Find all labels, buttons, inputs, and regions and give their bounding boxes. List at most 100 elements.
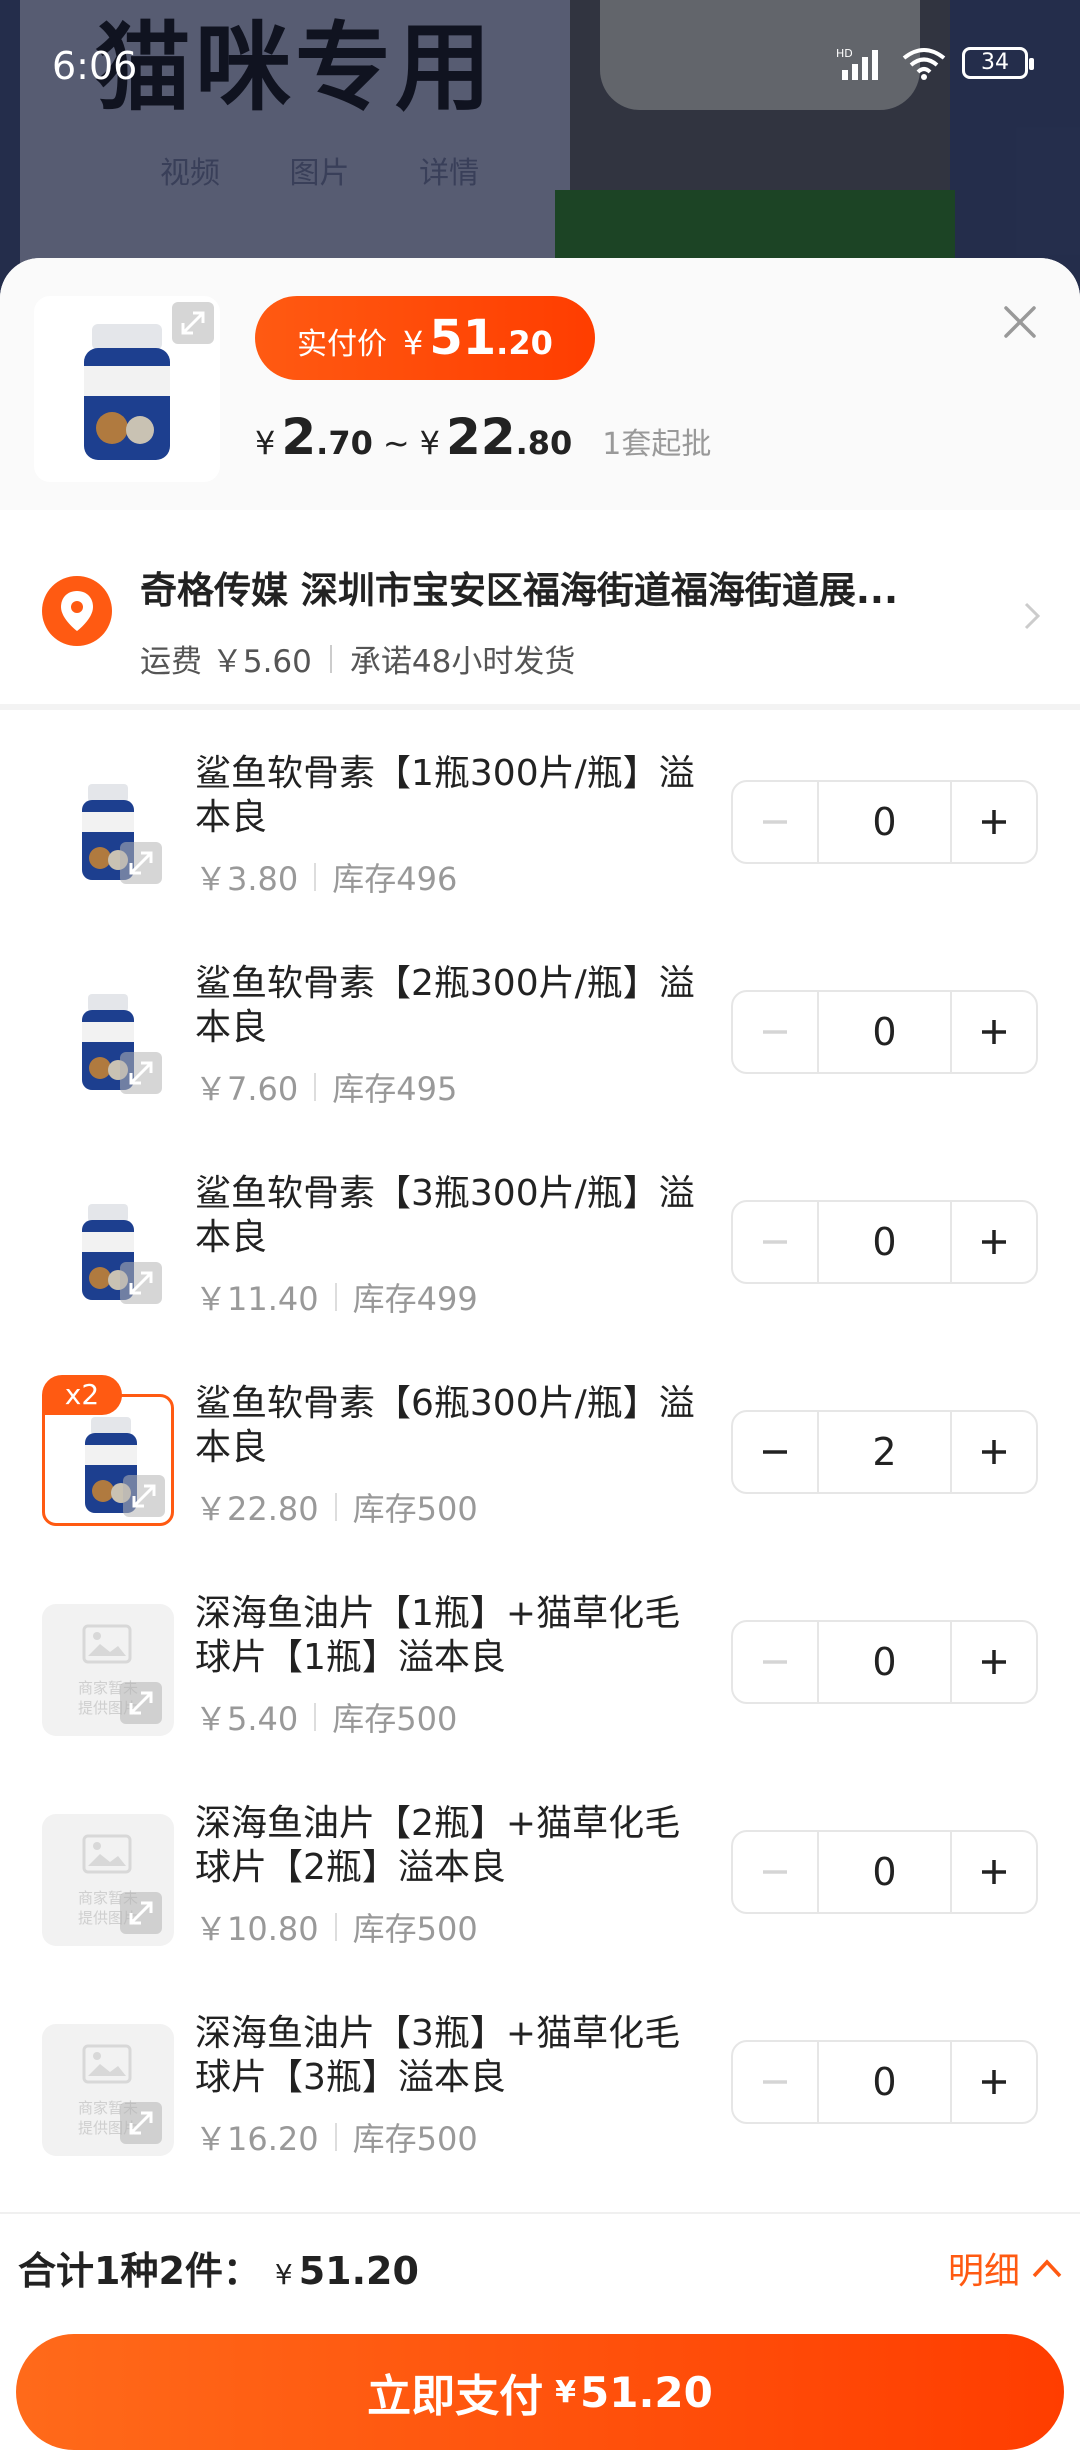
sku-price: ￥11.40 [195, 1280, 319, 1318]
sku-thumbnail[interactable]: 商家暂未提供图片 [42, 2024, 174, 2156]
quantity-value[interactable]: 0 [817, 1202, 952, 1282]
quantity-stepper: 0 [731, 1200, 1038, 1284]
minus-icon [763, 820, 787, 824]
detail-toggle[interactable]: 明细 [948, 2242, 1064, 2294]
sku-thumbnail[interactable] [42, 764, 174, 896]
address-row[interactable]: 奇格传媒 深圳市宝安区福海街道福海街道展... 运费 ￥5.60 承诺48小时发… [0, 510, 1080, 710]
decrease-button[interactable] [733, 1832, 817, 1912]
sku-row: 鲨鱼软骨素【3瓶300片/瓶】溢本良 ￥11.40 库存499 0 [0, 1136, 1080, 1346]
quantity-value[interactable]: 0 [817, 782, 952, 862]
currency-symbol: ¥ [555, 2374, 576, 2410]
location-pin-icon [42, 576, 112, 646]
sku-thumbnail[interactable] [42, 974, 174, 1106]
shipping-address: 奇格传媒 深圳市宝安区福海街道福海街道展... [140, 569, 899, 612]
sku-title: 深海鱼油片【1瓶】+猫草化毛球片【1瓶】溢本良 [195, 1593, 681, 1678]
sku-price: ￥16.20 [195, 2120, 319, 2158]
quantity-stepper: 0 [731, 1620, 1038, 1704]
divider [334, 1493, 337, 1521]
expand-image-icon[interactable] [120, 1682, 162, 1724]
sku-title: 深海鱼油片【3瓶】+猫草化毛球片【3瓶】溢本良 [195, 2013, 681, 2098]
increase-button[interactable] [952, 1622, 1036, 1702]
pay-now-label: 立即支付 [367, 2371, 544, 2422]
expand-image-icon[interactable] [120, 2102, 162, 2144]
shipping-info: 运费 ￥5.60 承诺48小时发货 [140, 636, 575, 681]
sku-stock: 库存500 [332, 1700, 458, 1738]
divider [314, 1073, 317, 1101]
increase-button[interactable] [952, 1202, 1036, 1282]
currency-symbol: ¥ [274, 2258, 293, 2291]
currency-symbol: ¥ [419, 424, 441, 462]
sku-thumbnail[interactable] [42, 1184, 174, 1316]
sku-price: ￥3.80 [195, 860, 299, 898]
range-low-integer: 2 [281, 408, 317, 466]
range-low-decimal: .70 [316, 424, 373, 462]
actual-price-integer: 51 [429, 310, 497, 366]
expand-image-icon[interactable] [120, 1052, 162, 1094]
quantity-value[interactable]: 0 [817, 1832, 952, 1912]
chevron-right-icon [1024, 602, 1041, 630]
quantity-value[interactable]: 0 [817, 1622, 952, 1702]
expand-image-icon[interactable] [120, 1262, 162, 1304]
increase-button[interactable] [952, 1412, 1036, 1492]
minus-icon [763, 1660, 787, 1664]
pay-now-button[interactable]: 立即支付 ¥ 51.20 [16, 2334, 1064, 2450]
minus-icon [763, 1240, 787, 1244]
range-separator: ~ [382, 424, 410, 462]
plus-icon [982, 2070, 1006, 2094]
decrease-button[interactable] [733, 782, 817, 862]
increase-button[interactable] [952, 1832, 1036, 1912]
quantity-stepper: 2 [731, 1410, 1038, 1494]
currency-symbol: ¥ [403, 324, 424, 362]
price-range: ¥ 2 .70 ~ ¥ 22 .80 1套起批 [255, 408, 711, 466]
close-button[interactable] [996, 298, 1044, 346]
sku-meta: ￥11.40 库存499 [195, 1274, 478, 1320]
decrease-button[interactable] [733, 992, 817, 1072]
minus-icon [763, 2080, 787, 2084]
sku-thumbnail[interactable]: 商家暂未提供图片 [42, 1814, 174, 1946]
pay-now-amount: 51.20 [580, 2367, 713, 2417]
sku-title: 鲨鱼软骨素【1瓶300片/瓶】溢本良 [195, 753, 695, 838]
sheet-header: 实付价 ¥ 51 .20 ¥ 2 .70 ~ ¥ 22 .80 1套起批 [0, 258, 1080, 510]
plus-icon [982, 1440, 1006, 1464]
total-label: 合计1种2件： [18, 2249, 261, 2293]
sku-thumbnail[interactable]: 商家暂未提供图片 [42, 1604, 174, 1736]
order-total: 合计1种2件： ¥ 51.20 [18, 2240, 419, 2295]
sku-stock: 库存500 [352, 1910, 478, 1948]
increase-button[interactable] [952, 782, 1036, 862]
decrease-button[interactable] [733, 2042, 817, 2122]
divider [334, 1913, 337, 1941]
selected-quantity-badge: x2 [42, 1375, 122, 1415]
quantity-value[interactable]: 2 [817, 1412, 952, 1492]
expand-image-icon[interactable] [172, 302, 214, 344]
range-high-integer: 22 [446, 408, 516, 466]
expand-image-icon[interactable] [120, 1892, 162, 1934]
sku-row: 商家暂未提供图片 深海鱼油片【3瓶】+猫草化毛球片【3瓶】溢本良 ￥16.20 … [0, 1976, 1080, 2186]
total-amount: 51.20 [298, 2249, 419, 2293]
sku-price: ￥10.80 [195, 1910, 319, 1948]
sku-row: 商家暂未提供图片 深海鱼油片【1瓶】+猫草化毛球片【1瓶】溢本良 ￥5.40 库… [0, 1556, 1080, 1766]
expand-image-icon[interactable] [120, 842, 162, 884]
quantity-value[interactable]: 0 [817, 992, 952, 1072]
divider [314, 1703, 317, 1731]
increase-button[interactable] [952, 2042, 1036, 2122]
minus-icon [763, 1870, 787, 1874]
divider [334, 1283, 337, 1311]
sku-title: 深海鱼油片【2瓶】+猫草化毛球片【2瓶】溢本良 [195, 1803, 681, 1888]
increase-button[interactable] [952, 992, 1036, 1072]
divider [334, 2123, 337, 2151]
plus-icon [982, 1650, 1006, 1674]
decrease-button[interactable] [733, 1412, 817, 1492]
decrease-button[interactable] [733, 1622, 817, 1702]
sku-title: 鲨鱼软骨素【2瓶300片/瓶】溢本良 [195, 963, 695, 1048]
plus-icon [982, 1860, 1006, 1884]
expand-image-icon[interactable] [123, 1475, 165, 1517]
delivery-promise: 承诺48小时发货 [349, 644, 576, 680]
minimum-order-quantity: 1套起批 [602, 427, 712, 462]
sku-price: ￥5.40 [195, 1700, 299, 1738]
divider [329, 644, 332, 673]
chevron-up-icon [1032, 2259, 1062, 2278]
decrease-button[interactable] [733, 1202, 817, 1282]
product-thumbnail[interactable] [34, 296, 220, 482]
sku-row: x2 鲨鱼软骨素【6瓶300片/瓶】溢本良 ￥22.80 库存500 2 [0, 1346, 1080, 1556]
quantity-value[interactable]: 0 [817, 2042, 952, 2122]
